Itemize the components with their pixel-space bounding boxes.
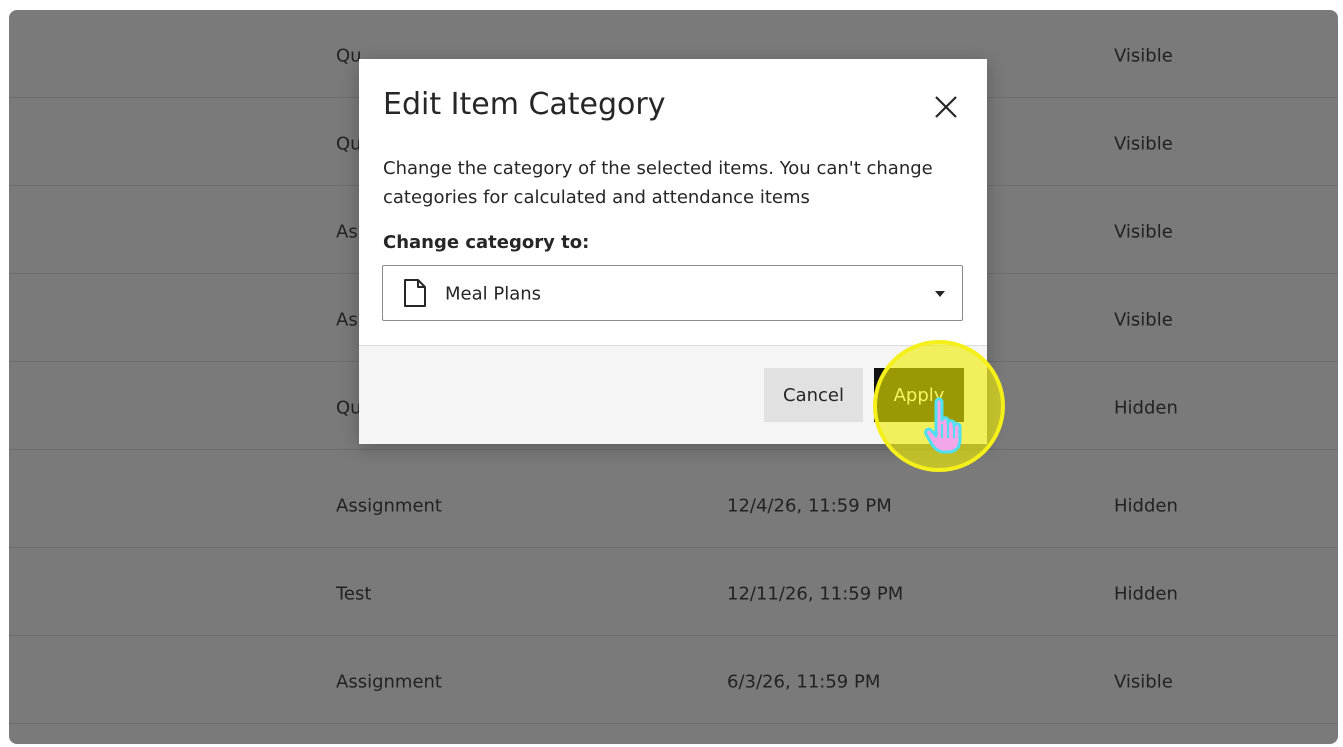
visibility-status[interactable]: Hidden [1114, 398, 1178, 419]
table-row[interactable]: Assignment 6/3/26, 11:59 PM Visible [9, 636, 1338, 724]
visibility-status[interactable]: Visible [1114, 310, 1173, 331]
category-select[interactable]: Meal Plans [382, 265, 963, 321]
due-date: 6/3/26, 11:59 PM [727, 671, 881, 693]
category-select-value: Meal Plans [445, 283, 542, 305]
table-row[interactable]: Assignment 12/4/26, 11:59 PM Hidden [9, 460, 1338, 548]
table-row[interactable]: Test 12/11/26, 11:59 PM Hidden [9, 548, 1338, 636]
close-button[interactable] [929, 90, 963, 124]
visibility-status[interactable]: Visible [1114, 672, 1173, 693]
dialog-description: Change the category of the selected item… [383, 158, 933, 208]
close-icon [935, 96, 957, 118]
dialog-footer: Cancel Apply [359, 345, 987, 444]
dialog-title: Edit Item Category [383, 87, 666, 122]
visibility-status[interactable]: Visible [1114, 134, 1173, 155]
visibility-status[interactable]: Hidden [1114, 496, 1178, 517]
item-type: Assignment [336, 495, 442, 517]
chevron-down-icon [935, 291, 945, 297]
due-date: 12/11/26, 11:59 PM [727, 583, 904, 605]
cancel-button[interactable]: Cancel [764, 368, 863, 422]
item-type: As [336, 221, 358, 243]
item-type: Test [336, 583, 372, 605]
document-icon [404, 279, 426, 307]
item-type: Qu [336, 133, 362, 155]
due-date: 12/4/26, 11:59 PM [727, 495, 892, 517]
edit-item-category-dialog: Edit Item Category Change the category o… [359, 59, 987, 444]
visibility-status[interactable]: Visible [1114, 222, 1173, 243]
category-field-label: Change category to: [383, 232, 590, 253]
visibility-status[interactable]: Hidden [1114, 584, 1178, 605]
item-type: As [336, 309, 358, 331]
item-type: Qu [336, 45, 362, 67]
item-type: Assignment [336, 671, 442, 693]
item-type: Qu [336, 397, 362, 419]
apply-button[interactable]: Apply [874, 368, 964, 422]
visibility-status[interactable]: Visible [1114, 46, 1173, 67]
